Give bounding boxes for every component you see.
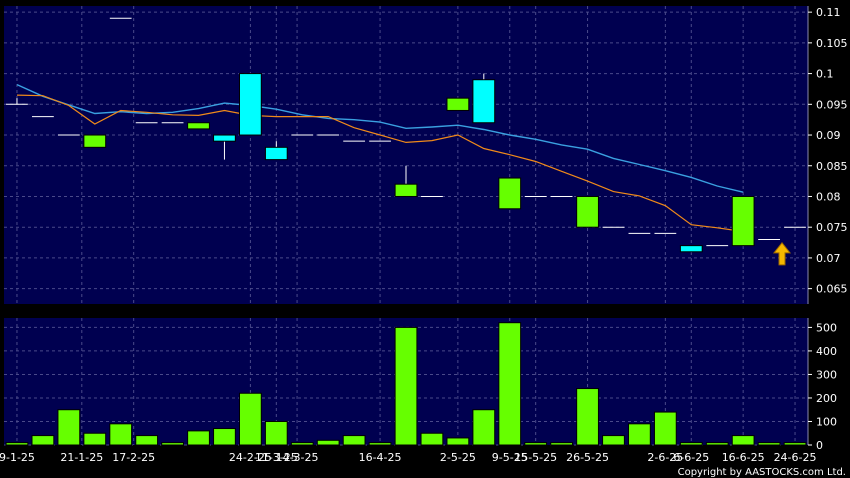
price-tick-label: 0.095 <box>816 98 848 111</box>
price-tick-label: 0.08 <box>816 190 841 203</box>
volume-tick-label: 0 <box>816 439 823 452</box>
candle-body <box>83 134 107 148</box>
volume-bar <box>83 432 107 446</box>
volume-bar <box>316 439 340 446</box>
volume-bar <box>342 435 366 446</box>
date-tick-label: 17-2-25 <box>112 451 155 464</box>
volume-bar <box>213 428 236 446</box>
date-tick-label: 26-5-25 <box>566 451 609 464</box>
volume-bar <box>5 442 29 446</box>
price-tick-label: 0.075 <box>816 221 848 234</box>
candle-body <box>238 73 262 136</box>
copyright-text: Copyright by AASTOCKS.com Ltd. <box>678 467 846 478</box>
date-tick-label: 21-1-25 <box>60 451 103 464</box>
volume-bar <box>135 435 159 446</box>
volume-bar <box>446 437 470 446</box>
date-tick-label: 6-6-25 <box>673 451 709 464</box>
volume-tick-label: 400 <box>816 345 837 358</box>
volume-bar <box>290 442 314 446</box>
candle-body <box>576 195 599 228</box>
volume-bar <box>679 442 703 446</box>
volume-bar <box>187 430 210 446</box>
volume-bar <box>264 420 288 446</box>
volume-bar <box>705 442 729 446</box>
volume-bar <box>498 322 522 446</box>
price-tick-label: 0.105 <box>816 37 848 50</box>
volume-bar <box>576 388 599 446</box>
date-tick-label: 14-3-25 <box>276 451 319 464</box>
volume-tick-label: 200 <box>816 392 837 405</box>
date-tick-label: 24-6-25 <box>774 451 817 464</box>
volume-bar <box>368 442 392 446</box>
volume-bar <box>109 423 133 446</box>
candle-body <box>213 134 236 142</box>
candle-body <box>472 79 496 124</box>
date-tick-label: 16-6-25 <box>722 451 765 464</box>
candle-body <box>679 245 703 253</box>
date-tick-label: 9-1-25 <box>0 451 35 464</box>
volume-bar <box>602 435 625 446</box>
volume-bar <box>161 442 184 446</box>
volume-bar <box>731 435 755 446</box>
date-tick-label: 16-4-25 <box>359 451 402 464</box>
price-tick-label: 0.085 <box>816 160 848 173</box>
volume-bar <box>783 442 807 446</box>
volume-tick-label: 300 <box>816 368 837 381</box>
volume-bar <box>628 423 651 446</box>
date-tick-label: 2-5-25 <box>440 451 476 464</box>
volume-bar <box>31 435 55 446</box>
volume-bar <box>238 392 262 446</box>
volume-bar <box>757 442 781 446</box>
price-tick-label: 0.07 <box>816 252 841 265</box>
volume-bar <box>57 409 81 446</box>
price-tick-label: 0.11 <box>816 6 841 19</box>
volume-bar <box>524 442 548 446</box>
volume-bar <box>394 326 418 446</box>
price-tick-label: 0.1 <box>816 68 834 81</box>
candle-body <box>187 122 210 130</box>
candle-body <box>264 146 288 161</box>
price-tick-label: 0.09 <box>816 129 841 142</box>
candle-body <box>731 195 755 247</box>
date-tick-label: 15-5-25 <box>514 451 557 464</box>
price-panel <box>4 6 808 304</box>
volume-bar <box>653 411 677 446</box>
volume-bar <box>472 409 496 446</box>
volume-bar <box>550 442 574 446</box>
stock-chart: 0.065 0.07 0.075 0.08 0.085 0.09 0.095 0.1 0.105… <box>0 0 850 478</box>
volume-tick-label: 100 <box>816 415 837 428</box>
volume-bar <box>420 432 444 446</box>
volume-tick-label: 500 <box>816 321 837 334</box>
candle-body <box>446 97 470 111</box>
price-tick-label: 0.065 <box>816 283 848 296</box>
candle-body <box>394 183 418 197</box>
candle-body <box>498 177 522 210</box>
